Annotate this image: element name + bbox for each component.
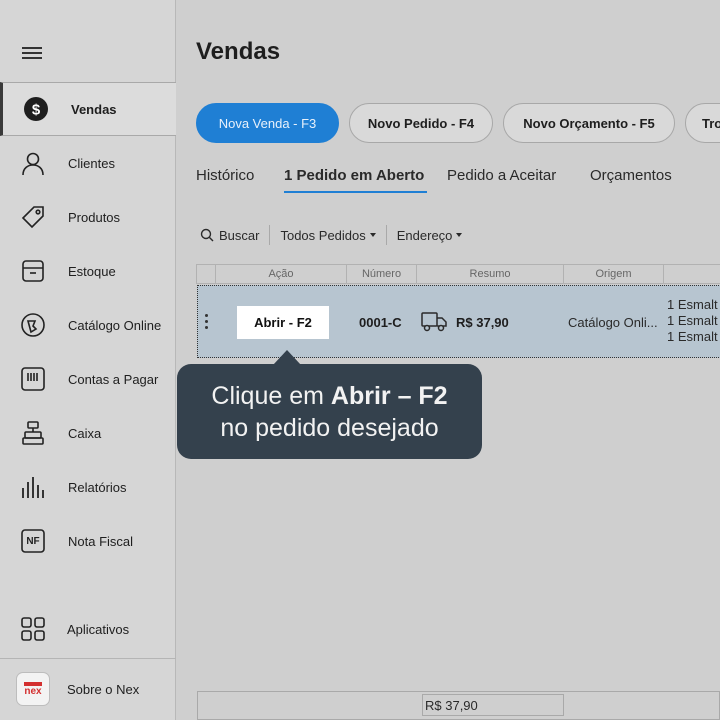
order-summary: R$ 37,90 — [456, 315, 509, 330]
sidebar-item-label: Relatórios — [68, 479, 127, 495]
sidebar-item-label: Caixa — [68, 425, 102, 441]
reports-icon — [20, 474, 46, 500]
sidebar-item-label: Contas a Pagar — [68, 371, 159, 387]
filter-bar: Buscar Todos Pedidos Endereço — [200, 225, 463, 245]
new-quote-button[interactable]: Novo Orçamento - F5 — [503, 103, 675, 143]
footer-total: R$ 37,90 — [422, 694, 564, 716]
sidebar-item-sobre[interactable]: nex Sobre o Nex — [0, 662, 176, 716]
new-order-button[interactable]: Novo Pedido - F4 — [349, 103, 493, 143]
chevron-down-icon — [369, 233, 376, 237]
order-number: 0001-C — [359, 315, 402, 330]
sidebar: $ Vendas Clientes Produtos Estoque Catál… — [0, 0, 176, 720]
table-header: Ação Número Resumo Origem — [196, 264, 720, 284]
sidebar-item-clientes[interactable]: Clientes — [0, 136, 176, 190]
more-options-icon[interactable] — [205, 314, 209, 332]
search-label: Buscar — [219, 227, 260, 243]
sidebar-item-label: Clientes — [68, 155, 115, 171]
filter-divider — [269, 225, 271, 245]
page-title: Vendas — [196, 38, 281, 65]
tab-historico[interactable]: Histórico — [196, 167, 254, 184]
order-item: 1 Esmalt — [667, 297, 718, 312]
nf-icon-text: NF — [26, 535, 40, 547]
sidebar-divider — [0, 658, 176, 659]
person-icon — [20, 150, 46, 176]
sidebar-item-label: Catálogo Online — [68, 317, 162, 333]
chevron-down-icon — [456, 233, 463, 237]
sidebar-item-label: Produtos — [68, 209, 121, 225]
nex-logo-text: nex — [24, 685, 42, 697]
tooltip-line-1: Clique em Abrir – F2 — [177, 380, 482, 412]
tag-icon — [20, 204, 46, 230]
address-filter-label: Endereço — [396, 227, 453, 243]
tooltip-line-2: no pedido desejado — [220, 413, 439, 442]
tooltip-text: Clique em — [211, 381, 331, 410]
menu-icon[interactable] — [22, 44, 44, 62]
sidebar-item-label: Aplicativos — [67, 621, 130, 637]
search-icon — [200, 228, 214, 242]
order-origin: Catálogo Onli... — [568, 315, 658, 330]
order-items: 1 Esmalt 1 Esmalt 1 Esmalt — [667, 297, 718, 345]
sidebar-item-caixa[interactable]: Caixa — [0, 406, 176, 460]
column-header-itens[interactable] — [663, 265, 720, 283]
sidebar-item-catalogo[interactable]: Catálogo Online — [0, 298, 176, 352]
active-tab-indicator — [284, 191, 427, 193]
exchange-button[interactable]: Tro — [685, 103, 720, 143]
sidebar-item-label: Estoque — [68, 263, 116, 279]
order-item: 1 Esmalt — [667, 313, 718, 328]
address-filter-dropdown[interactable]: Endereço — [397, 228, 463, 243]
sidebar-item-label: Sobre o Nex — [67, 681, 140, 697]
column-header-resumo[interactable]: Resumo — [416, 265, 563, 283]
tab-pedido-em-aberto[interactable]: 1 Pedido em Aberto — [284, 167, 424, 184]
sidebar-item-vendas[interactable]: $ Vendas — [0, 82, 176, 136]
sidebar-item-label: Nota Fiscal — [68, 533, 134, 549]
column-header-numero[interactable]: Número — [346, 265, 416, 283]
order-item: 1 Esmalt — [667, 329, 718, 344]
filter-divider — [385, 225, 387, 245]
svg-text:$: $ — [32, 102, 41, 119]
delivery-truck-icon — [421, 311, 447, 338]
apps-grid-icon — [20, 616, 46, 642]
orders-filter-dropdown[interactable]: Todos Pedidos — [280, 227, 376, 243]
search-button[interactable]: Buscar — [200, 228, 259, 243]
open-order-button[interactable]: Abrir - F2 — [237, 306, 329, 339]
tooltip-highlight: Abrir – F2 — [330, 381, 448, 410]
instruction-tooltip: Clique em Abrir – F2 no pedido desejado — [177, 364, 482, 459]
column-header-acao[interactable]: Ação — [215, 265, 346, 283]
table-row[interactable]: Abrir - F2 0001-C R$ 37,90 Catálogo Onli… — [197, 285, 720, 358]
tooltip-arrow — [273, 350, 301, 365]
tab-orcamentos[interactable]: Orçamentos — [590, 167, 672, 184]
cash-register-icon — [20, 420, 46, 446]
catalog-icon — [20, 312, 46, 338]
box-icon — [20, 258, 46, 284]
orders-filter-label: Todos Pedidos — [280, 227, 366, 243]
nf-icon: NF — [20, 528, 46, 554]
sidebar-item-estoque[interactable]: Estoque — [0, 244, 176, 298]
sidebar-item-aplicativos[interactable]: Aplicativos — [0, 602, 176, 656]
main-content: Vendas Nova Venda - F3 Novo Pedido - F4 … — [176, 0, 720, 720]
sidebar-item-relatorios[interactable]: Relatórios — [0, 460, 176, 514]
nex-logo: nex — [16, 672, 50, 706]
sidebar-item-produtos[interactable]: Produtos — [0, 190, 176, 244]
new-sale-button[interactable]: Nova Venda - F3 — [196, 103, 339, 143]
table-footer: R$ 37,90 — [197, 691, 720, 720]
sidebar-item-nota-fiscal[interactable]: NF Nota Fiscal — [0, 514, 176, 568]
sidebar-item-contas-a-pagar[interactable]: Contas a Pagar — [0, 352, 176, 406]
sidebar-item-label: Vendas — [71, 101, 117, 117]
bills-icon — [20, 366, 46, 392]
tab-pedido-a-aceitar[interactable]: Pedido a Aceitar — [447, 167, 556, 184]
column-header-origem[interactable]: Origem — [563, 265, 663, 283]
dollar-icon: $ — [23, 96, 49, 122]
